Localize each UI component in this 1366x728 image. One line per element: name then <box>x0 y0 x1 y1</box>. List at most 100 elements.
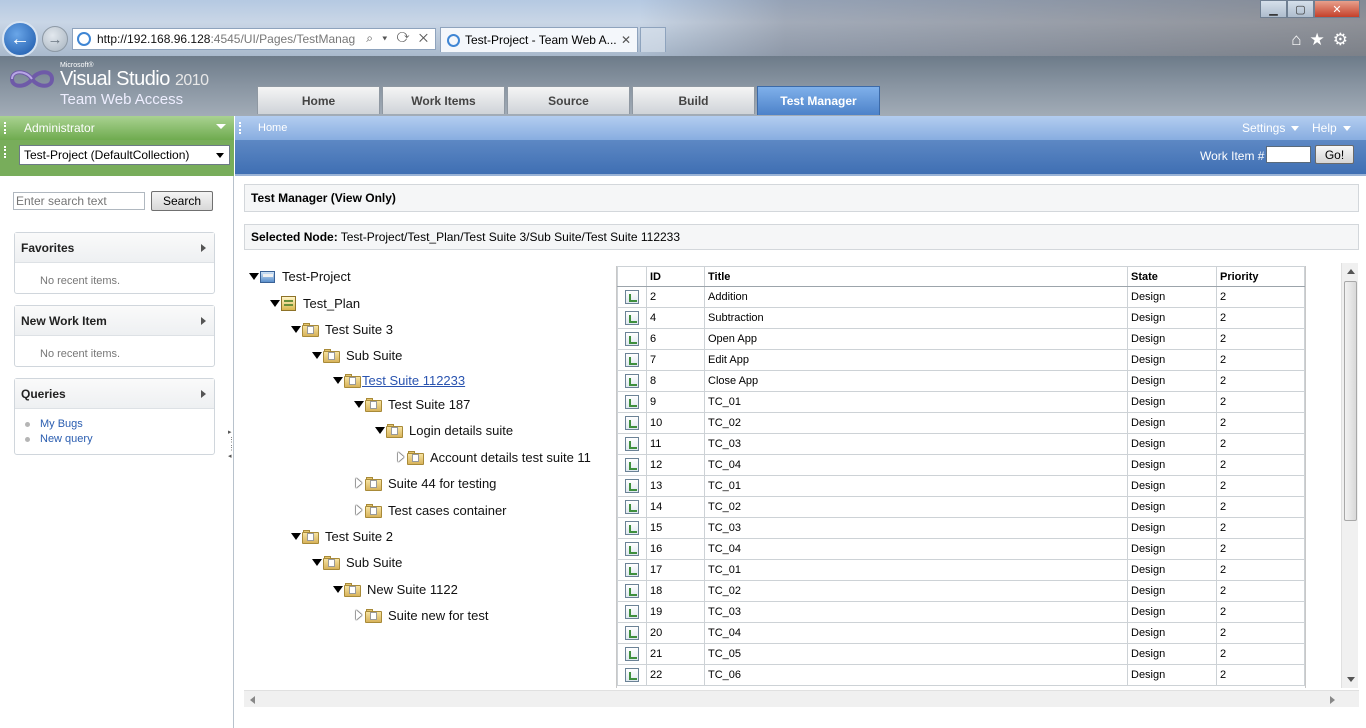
work-item-input[interactable] <box>1266 146 1311 163</box>
expand-icon[interactable] <box>354 505 364 515</box>
table-row[interactable]: 7 Edit App Design 2 <box>617 349 1305 371</box>
table-row[interactable]: 12 TC_04 Design 2 <box>617 454 1305 476</box>
expand-icon[interactable] <box>354 478 364 488</box>
table-row[interactable]: 10 TC_02 Design 2 <box>617 412 1305 434</box>
tree-node-project[interactable]: Test-Project <box>249 266 351 286</box>
cell-title: TC_01 <box>704 559 1128 581</box>
back-button[interactable]: ← <box>2 21 38 57</box>
address-host: http://192.168.96.128 <box>97 32 211 46</box>
table-row[interactable]: 15 TC_03 Design 2 <box>617 517 1305 539</box>
table-row[interactable]: 20 TC_04 Design 2 <box>617 622 1305 644</box>
tab-home[interactable]: Home <box>257 86 380 114</box>
tree-node-suite-selected[interactable]: Test Suite 112233 <box>333 370 465 390</box>
tree-node-plan[interactable]: Test_Plan <box>270 293 360 313</box>
collapse-icon[interactable] <box>375 427 385 434</box>
query-new-query[interactable]: New query <box>25 432 214 447</box>
queries-header[interactable]: Queries <box>15 379 214 409</box>
expand-icon[interactable] <box>396 452 406 462</box>
search-input[interactable] <box>13 192 145 210</box>
new-work-item-header[interactable]: New Work Item <box>15 306 214 336</box>
tree-node-suite[interactable]: Test Suite 3 <box>291 319 393 339</box>
star-icon[interactable]: ★ <box>1310 30 1333 49</box>
collapse-icon[interactable] <box>249 273 259 280</box>
tree-node-suite[interactable]: Test Suite 187 <box>354 394 470 414</box>
table-row[interactable]: 2 Addition Design 2 <box>617 286 1305 308</box>
table-row[interactable]: 14 TC_02 Design 2 <box>617 496 1305 518</box>
table-row[interactable]: 6 Open App Design 2 <box>617 328 1305 350</box>
scroll-thumb[interactable] <box>1344 281 1357 521</box>
scroll-down-icon[interactable] <box>1347 677 1355 682</box>
chevron-right-icon[interactable] <box>201 243 206 252</box>
chevron-down-icon[interactable] <box>216 124 226 129</box>
tree-node-suite[interactable]: Sub Suite <box>312 552 402 572</box>
breadcrumb[interactable]: Home <box>258 122 287 134</box>
collapse-icon[interactable] <box>333 377 343 384</box>
collapse-icon[interactable] <box>291 326 301 333</box>
tree-node-suite[interactable]: Suite 44 for testing <box>354 473 496 493</box>
scroll-left-icon[interactable] <box>250 696 255 704</box>
expand-icon[interactable] <box>354 610 364 620</box>
tree-node-suite[interactable]: Suite new for test <box>354 605 488 625</box>
gear-icon[interactable]: ⚙ <box>1333 30 1356 49</box>
maximize-button[interactable]: ▢ <box>1287 0 1314 18</box>
collapse-icon[interactable] <box>312 352 322 359</box>
column-header-priority[interactable]: Priority <box>1216 266 1305 287</box>
tree-node-suite[interactable]: Test Suite 2 <box>291 526 393 546</box>
forward-button[interactable]: → <box>42 26 68 52</box>
search-button[interactable]: Search <box>151 191 213 211</box>
help-menu[interactable]: Help <box>1312 121 1351 135</box>
collapse-icon[interactable] <box>354 401 364 408</box>
tree-node-suite[interactable]: New Suite 1122 <box>333 579 458 599</box>
close-window-button[interactable]: ✕ <box>1314 0 1360 18</box>
user-bar[interactable]: Administrator <box>0 116 234 140</box>
column-header-state[interactable]: State <box>1127 266 1217 287</box>
query-my-bugs[interactable]: My Bugs <box>25 417 214 432</box>
vertical-scrollbar[interactable] <box>1341 263 1358 688</box>
browser-tab-active[interactable]: Test-Project - Team Web A... ✕ <box>440 27 638 52</box>
scroll-right-icon[interactable] <box>1330 696 1335 704</box>
collapse-icon[interactable] <box>291 533 301 540</box>
tab-test-manager[interactable]: Test Manager <box>757 86 880 115</box>
column-header-title[interactable]: Title <box>704 266 1128 287</box>
collapse-icon[interactable] <box>270 300 280 307</box>
sidebar-splitter[interactable]: ▸ ⋮ ⋮ ◂ <box>228 428 235 478</box>
column-header-id[interactable]: ID <box>646 266 705 287</box>
chevron-right-icon[interactable] <box>201 316 206 325</box>
table-row[interactable]: 8 Close App Design 2 <box>617 370 1305 392</box>
table-row[interactable]: 4 Subtraction Design 2 <box>617 307 1305 329</box>
horizontal-scrollbar[interactable] <box>244 690 1359 707</box>
tab-close-icon[interactable]: ✕ <box>621 33 631 47</box>
cell-id: 9 <box>646 391 705 413</box>
go-button[interactable]: Go! <box>1315 145 1354 164</box>
table-row[interactable]: 18 TC_02 Design 2 <box>617 580 1305 602</box>
table-row[interactable]: 19 TC_03 Design 2 <box>617 601 1305 623</box>
chevron-right-icon[interactable] <box>201 389 206 398</box>
table-row[interactable]: 17 TC_01 Design 2 <box>617 559 1305 581</box>
tree-node-suite[interactable]: Sub Suite <box>312 345 402 365</box>
table-row[interactable]: 11 TC_03 Design 2 <box>617 433 1305 455</box>
collapse-icon[interactable] <box>333 586 343 593</box>
tree-node-suite[interactable]: Test cases container <box>354 500 507 520</box>
test-case-icon-cell <box>617 559 647 581</box>
browser-toolbar-icons[interactable]: ⌂★⚙ <box>1291 30 1356 50</box>
table-row[interactable]: 22 TC_06 Design 2 <box>617 664 1305 686</box>
scroll-up-icon[interactable] <box>1347 269 1355 274</box>
collapse-icon[interactable] <box>312 559 322 566</box>
tree-node-suite[interactable]: Login details suite <box>375 420 513 440</box>
table-row[interactable]: 21 TC_05 Design 2 <box>617 643 1305 665</box>
address-tools-icon[interactable]: ⌕ ▾ ⟳ ✕ <box>366 31 431 46</box>
table-row[interactable]: 13 TC_01 Design 2 <box>617 475 1305 497</box>
table-row[interactable]: 9 TC_01 Design 2 <box>617 391 1305 413</box>
tab-source[interactable]: Source <box>507 86 630 114</box>
tree-node-suite[interactable]: Account details test suite 11 <box>396 447 591 467</box>
minimize-button[interactable]: ▁ <box>1260 0 1287 18</box>
tab-build[interactable]: Build <box>632 86 755 114</box>
new-tab-button[interactable] <box>640 27 666 52</box>
favorites-header[interactable]: Favorites <box>15 233 214 263</box>
address-bar[interactable]: http://192.168.96.128:4545/UI/Pages/Test… <box>72 28 436 50</box>
home-icon[interactable]: ⌂ <box>1291 30 1309 49</box>
table-row[interactable]: 16 TC_04 Design 2 <box>617 538 1305 560</box>
project-select[interactable]: Test-Project (DefaultCollection) <box>19 145 230 165</box>
settings-menu[interactable]: Settings <box>1242 121 1300 135</box>
tab-work-items[interactable]: Work Items <box>382 86 505 114</box>
